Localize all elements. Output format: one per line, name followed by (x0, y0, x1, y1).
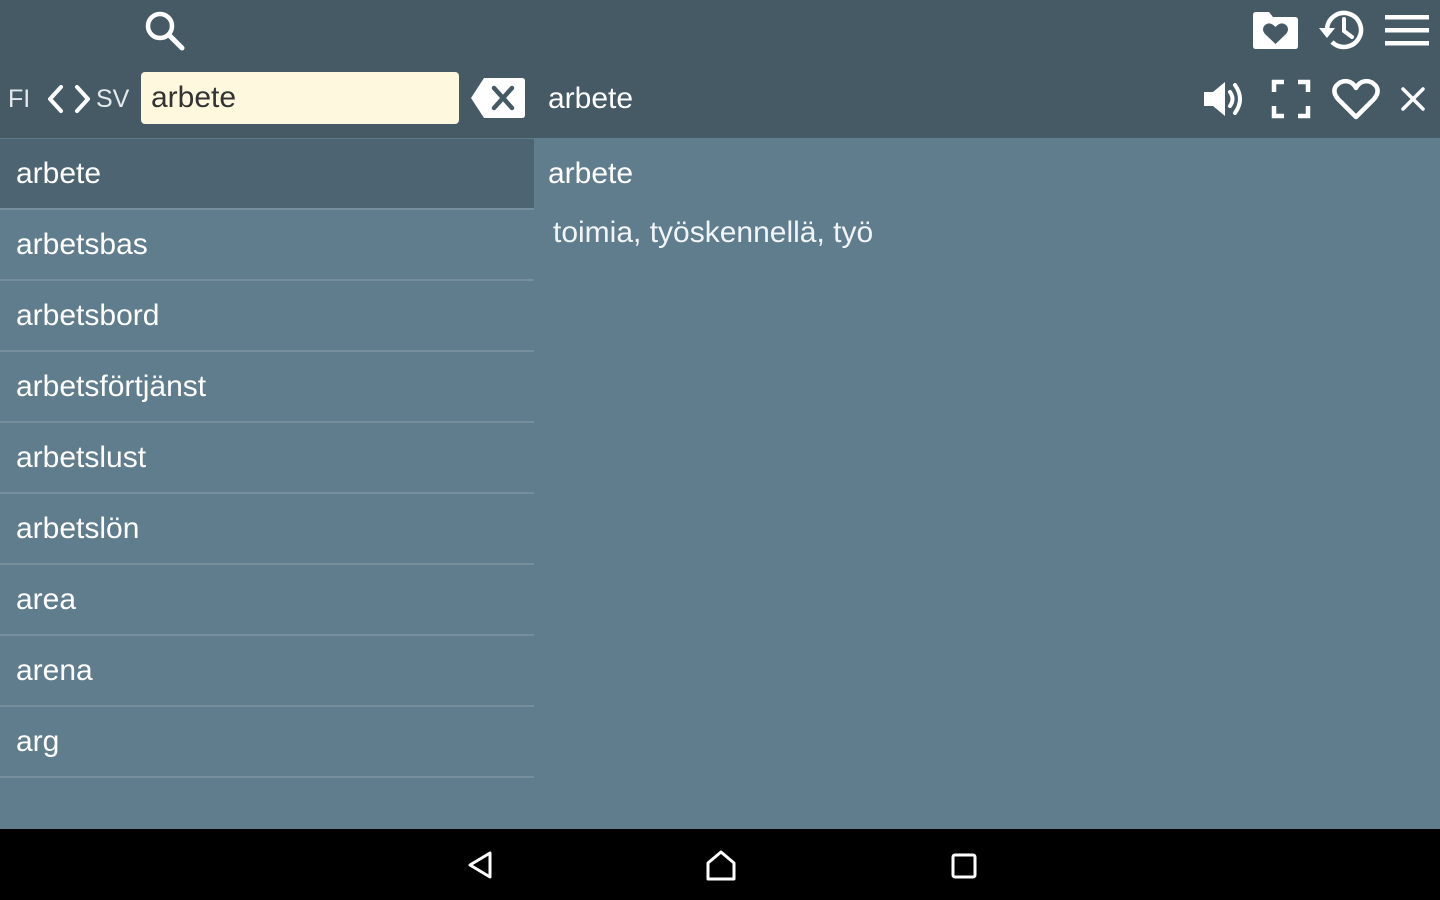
list-item[interactable]: arbetsförtjänst (0, 352, 534, 423)
detail-title: arbete (548, 82, 634, 115)
system-navigation-bar (0, 829, 1440, 900)
favorites-folder-icon[interactable] (1250, 8, 1300, 52)
close-icon[interactable] (1398, 84, 1428, 114)
history-icon[interactable] (1316, 6, 1368, 54)
home-icon[interactable] (700, 845, 742, 885)
backspace-clear-icon[interactable] (470, 76, 526, 120)
list-item[interactable]: arbete (0, 139, 534, 210)
fullscreen-icon[interactable] (1270, 78, 1312, 120)
detail-word: arbete (548, 157, 634, 190)
list-item[interactable]: arbetsbas (0, 210, 534, 281)
swap-arrows-icon[interactable] (44, 82, 94, 116)
back-icon[interactable] (460, 845, 500, 885)
app-toolbar: FI SV arbete (0, 0, 1440, 138)
search-icon[interactable] (140, 8, 188, 54)
speaker-icon[interactable] (1200, 76, 1250, 122)
list-item[interactable]: arbetsbord (0, 281, 534, 352)
target-language-label[interactable]: SV (96, 84, 129, 114)
search-input[interactable] (141, 72, 459, 124)
source-language-label[interactable]: FI (8, 84, 30, 114)
list-item[interactable]: arg (0, 707, 534, 778)
menu-icon[interactable] (1384, 10, 1430, 50)
heart-icon[interactable] (1331, 76, 1381, 122)
recents-icon[interactable] (944, 847, 984, 885)
list-item[interactable]: arena (0, 636, 534, 707)
list-item[interactable]: arbetslön (0, 494, 534, 565)
detail-translation: toimia, työskennellä, työ (553, 216, 874, 249)
list-item[interactable]: area (0, 565, 534, 636)
list-item[interactable]: arbetslust (0, 423, 534, 494)
word-list: arbete arbetsbas arbetsbord arbetsförtjä… (0, 139, 534, 778)
